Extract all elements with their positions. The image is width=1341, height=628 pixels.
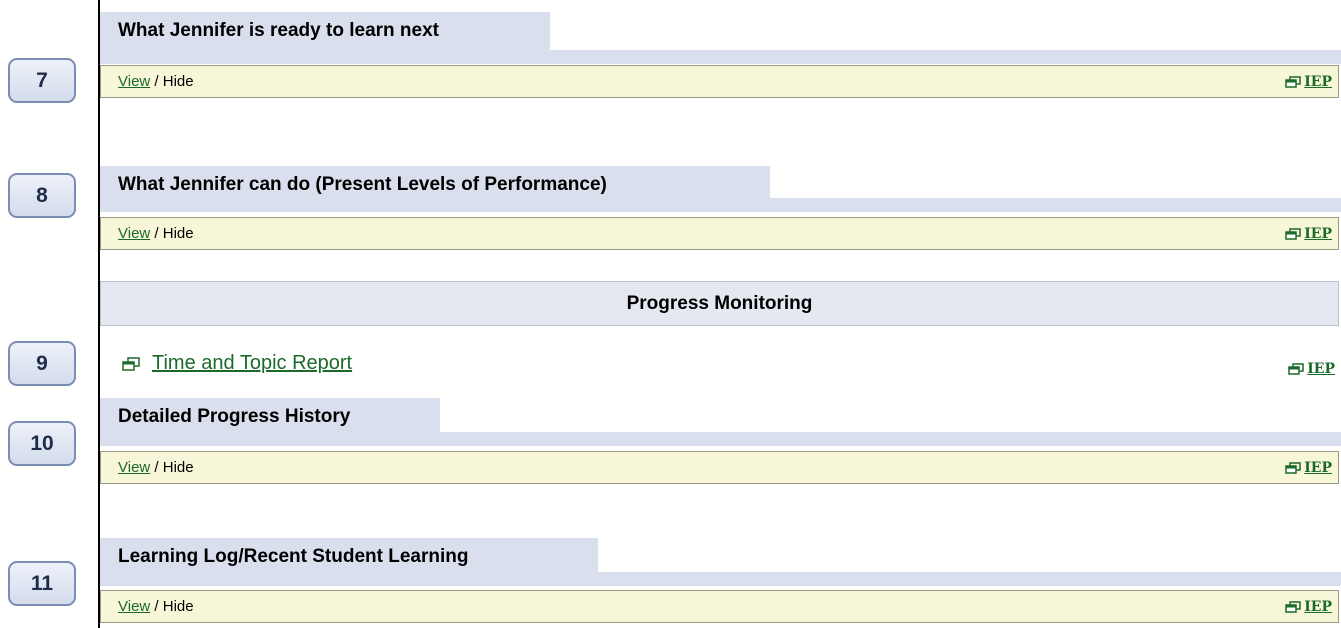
- popup-window-icon: [122, 356, 140, 371]
- hide-label[interactable]: Hide: [163, 598, 194, 615]
- view-link[interactable]: View: [118, 598, 150, 615]
- section-title-ready-to-learn: What Jennifer is ready to learn next: [100, 12, 550, 50]
- step-badge-9: 9: [8, 341, 76, 386]
- iep-label: IEP: [1304, 225, 1332, 242]
- separator: /: [150, 73, 163, 90]
- view-hide-bar: View / Hide IEP: [100, 65, 1339, 98]
- view-link[interactable]: View: [118, 459, 150, 476]
- section-title-strip: [100, 198, 1341, 212]
- iep-link[interactable]: IEP: [1285, 74, 1332, 90]
- iep-label: IEP: [1304, 73, 1332, 90]
- step-badge-8: 8: [8, 173, 76, 218]
- iep-label: IEP: [1307, 361, 1335, 377]
- iep-label: IEP: [1304, 598, 1332, 615]
- popup-window-icon: [1288, 363, 1304, 375]
- view-hide-bar: View / Hide IEP: [100, 590, 1339, 623]
- separator: /: [150, 459, 163, 476]
- view-link[interactable]: View: [118, 225, 150, 242]
- time-topic-report-row: Time and Topic Report: [122, 352, 352, 375]
- view-link[interactable]: View: [118, 73, 150, 90]
- section-title-strip: [100, 432, 1341, 446]
- learning-progress-page: 7 8 9 10 11 What Jennifer is ready to le…: [0, 0, 1341, 628]
- popup-window-icon: [1285, 227, 1301, 240]
- step-badge-7: 7: [8, 58, 76, 103]
- step-badge-10: 10: [8, 421, 76, 466]
- section-title-strip: [100, 50, 1341, 64]
- iep-label: IEP: [1304, 459, 1332, 476]
- view-hide-bar: View / Hide IEP: [100, 451, 1339, 484]
- view-hide-bar: View / Hide IEP: [100, 217, 1339, 250]
- section-title-learning-log: Learning Log/Recent Student Learning: [100, 538, 598, 576]
- hide-label[interactable]: Hide: [163, 459, 194, 476]
- iep-link[interactable]: IEP: [1285, 226, 1332, 242]
- iep-link[interactable]: IEP: [1288, 361, 1335, 377]
- popup-window-icon: [1285, 600, 1301, 613]
- section-title-strip: [100, 572, 1341, 586]
- separator: /: [150, 598, 163, 615]
- hide-label[interactable]: Hide: [163, 73, 194, 90]
- popup-window-icon: [1285, 75, 1301, 88]
- progress-monitoring-header: Progress Monitoring: [100, 281, 1339, 326]
- section-title-detailed-progress: Detailed Progress History: [100, 398, 440, 436]
- iep-link[interactable]: IEP: [1285, 599, 1332, 615]
- time-topic-report-link[interactable]: Time and Topic Report: [152, 352, 352, 375]
- separator: /: [150, 225, 163, 242]
- iep-link[interactable]: IEP: [1285, 460, 1332, 476]
- step-badge-11: 11: [8, 561, 76, 606]
- hide-label[interactable]: Hide: [163, 225, 194, 242]
- popup-window-icon: [1285, 461, 1301, 474]
